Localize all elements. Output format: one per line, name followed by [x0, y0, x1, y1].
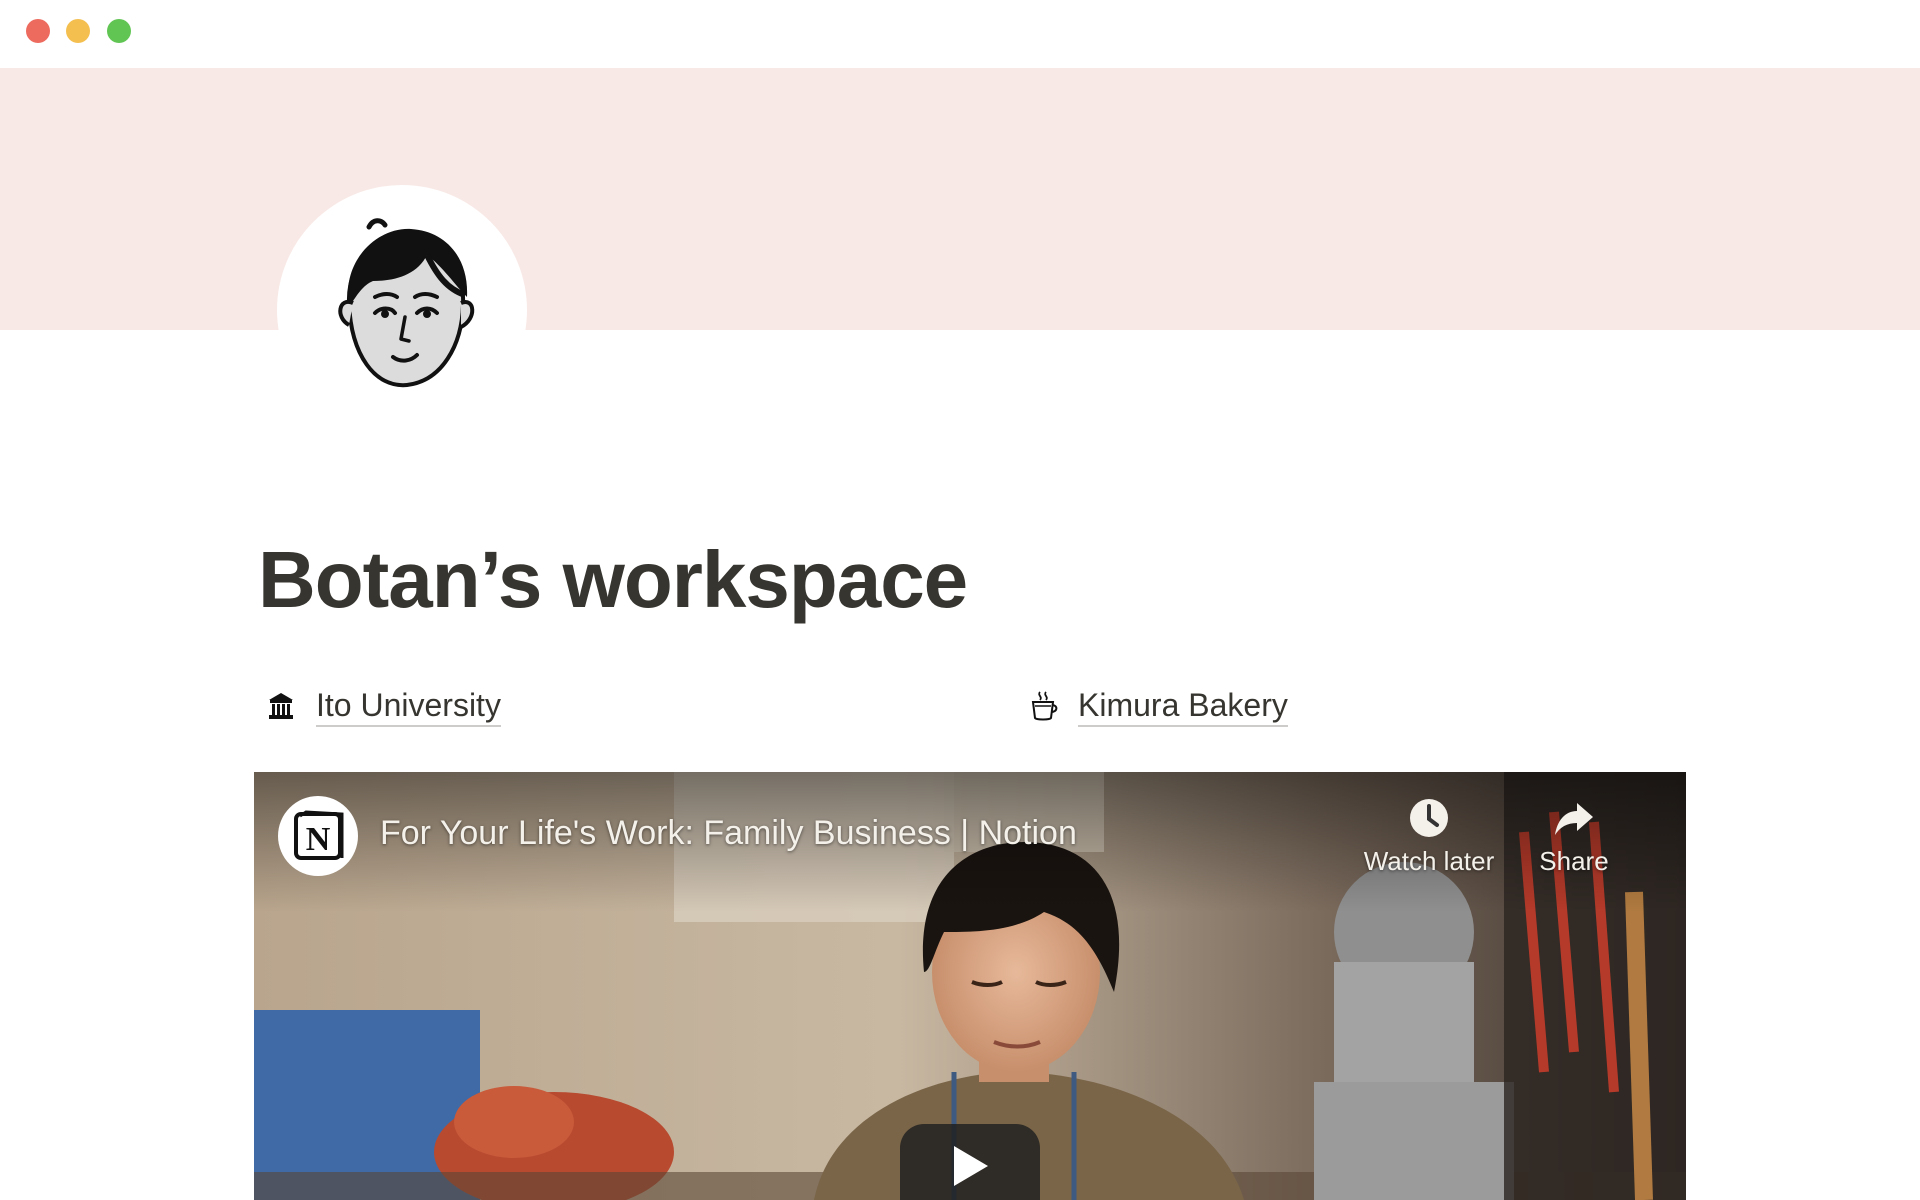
page-avatar[interactable] [277, 185, 527, 435]
share-button[interactable]: Share [1524, 796, 1624, 877]
play-icon [954, 1146, 988, 1186]
link-label[interactable]: Kimura Bakery [1078, 686, 1288, 727]
university-building-icon [266, 690, 296, 722]
clock-icon [1407, 796, 1451, 840]
window-maximize-button[interactable] [107, 19, 131, 43]
video-embed[interactable]: N For Your Life's Work: Family Business … [254, 772, 1686, 1200]
svg-text:N: N [306, 821, 331, 858]
share-label: Share [1539, 846, 1609, 876]
person-portrait-icon [338, 218, 475, 388]
watch-later-label: Watch later [1363, 846, 1495, 876]
page-title[interactable]: Botan’s workspace [258, 530, 968, 630]
window-close-button[interactable] [26, 19, 50, 43]
link-ito-university[interactable]: Ito University [266, 684, 501, 728]
link-kimura-bakery[interactable]: Kimura Bakery [1028, 684, 1288, 728]
window-minimize-button[interactable] [66, 19, 90, 43]
play-button[interactable] [900, 1124, 1040, 1200]
title-bar [0, 0, 1920, 68]
app-window: Botan’s workspace Ito University Kimura … [0, 0, 1920, 1200]
coffee-cup-icon [1028, 690, 1058, 722]
share-arrow-icon [1552, 796, 1596, 840]
video-title[interactable]: For Your Life's Work: Family Business | … [380, 814, 1077, 853]
link-label[interactable]: Ito University [316, 686, 501, 727]
watch-later-button[interactable]: Watch later [1354, 796, 1504, 877]
notion-logo-icon[interactable]: N [278, 796, 358, 876]
